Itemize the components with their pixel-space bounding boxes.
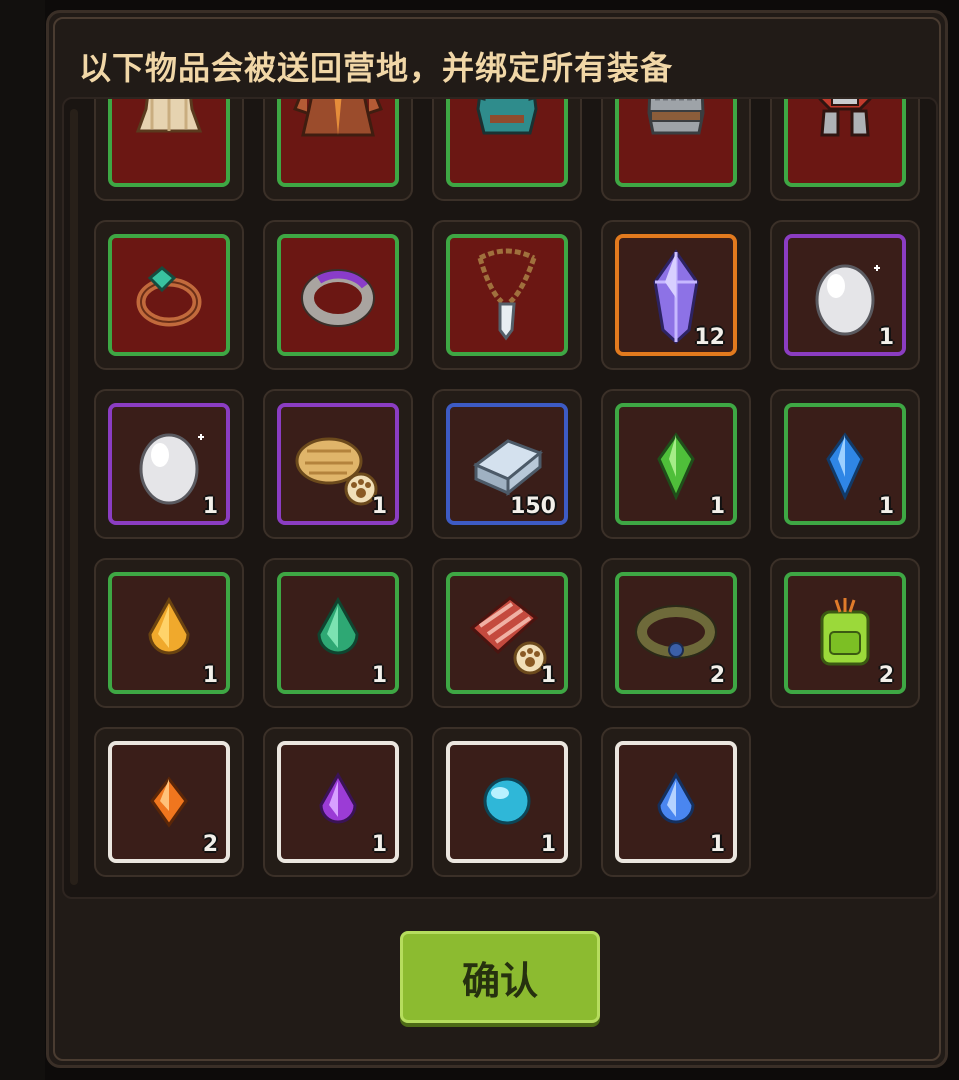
inventory-slot[interactable]: 1: [263, 558, 413, 708]
item-quantity: 1: [371, 494, 387, 519]
inventory-slot[interactable]: 2: [601, 558, 751, 708]
item-green-backpack[interactable]: 2: [784, 572, 906, 694]
item-quantity: 1: [878, 494, 894, 519]
item-bread-pet-food[interactable]: 1: [277, 403, 399, 525]
item-white-egg[interactable]: 1: [784, 234, 906, 356]
item-quantity: 2: [202, 832, 218, 857]
item-quantity: 2: [878, 663, 894, 688]
teal-tunic-icon: [476, 99, 538, 135]
item-iron-ingot[interactable]: 150: [446, 403, 568, 525]
inventory-slot[interactable]: 12: [601, 220, 751, 370]
item-quantity: 1: [709, 494, 725, 519]
item-meat-pet-food[interactable]: 1: [446, 572, 568, 694]
item-cyan-orb[interactable]: 1: [446, 741, 568, 863]
item-quantity: 1: [540, 832, 556, 857]
emerald-ring-icon: [136, 266, 202, 327]
return-items-dialog: 以下物品会被送回营地，并绑定所有装备 12 1 1 1 150 1 1 1 1 …: [46, 10, 948, 1068]
inventory-slot[interactable]: 1: [432, 727, 582, 877]
item-purple-band-ring[interactable]: [277, 234, 399, 356]
purple-band-ring-icon: [301, 269, 375, 327]
item-teal-tunic-armor[interactable]: [446, 99, 568, 187]
item-green-crystal[interactable]: 1: [615, 403, 737, 525]
inventory-slot[interactable]: 2: [770, 558, 920, 708]
inventory-slot[interactable]: 1: [432, 558, 582, 708]
dialog-title: 以下物品会被送回营地，并绑定所有装备: [79, 49, 674, 87]
item-tan-robe-armor[interactable]: [108, 99, 230, 187]
item-quantity: 12: [694, 325, 725, 350]
item-grid[interactable]: 12 1 1 1 150 1 1 1 1 1 2 2 2 1 1 1: [62, 97, 938, 899]
item-quantity: 1: [709, 832, 725, 857]
item-amber-gem[interactable]: 1: [108, 572, 230, 694]
red-plate-armor-icon: [818, 99, 872, 137]
brown-cloak-icon: [293, 99, 383, 137]
background-left: [0, 0, 45, 1080]
inventory-slot[interactable]: 1: [263, 389, 413, 539]
item-brown-cloak-armor[interactable]: [277, 99, 399, 187]
inventory-slot[interactable]: 1: [770, 389, 920, 539]
item-quantity: 1: [202, 663, 218, 688]
inventory-slot[interactable]: 1: [263, 727, 413, 877]
item-blue-drop-gem[interactable]: 1: [615, 741, 737, 863]
item-white-egg[interactable]: 1: [108, 403, 230, 525]
item-crystal-necklace[interactable]: [446, 234, 568, 356]
inventory-slot[interactable]: 1: [94, 558, 244, 708]
inventory-slot[interactable]: [94, 99, 244, 201]
tan-robe-icon: [135, 99, 203, 133]
item-emerald-gem[interactable]: 1: [277, 572, 399, 694]
inventory-slot[interactable]: 1: [770, 220, 920, 370]
item-quantity: 1: [371, 832, 387, 857]
grid-scrollbar[interactable]: [70, 109, 78, 885]
inventory-slot[interactable]: [94, 220, 244, 370]
inventory-slot[interactable]: [432, 99, 582, 201]
item-quantity: 150: [510, 494, 556, 519]
item-quantity: 1: [371, 663, 387, 688]
item-emerald-ring[interactable]: [108, 234, 230, 356]
inventory-slot[interactable]: 1: [94, 389, 244, 539]
crystal-necklace-icon: [477, 248, 537, 341]
chainmail-icon: [647, 99, 705, 135]
item-purple-crystal[interactable]: 12: [615, 234, 737, 356]
inventory-slot[interactable]: [263, 99, 413, 201]
item-chainmail-armor[interactable]: [615, 99, 737, 187]
inventory-slot[interactable]: 150: [432, 389, 582, 539]
inventory-slot[interactable]: [432, 220, 582, 370]
item-purple-gem[interactable]: 1: [277, 741, 399, 863]
inventory-slot[interactable]: [601, 99, 751, 201]
item-red-plate-armor[interactable]: [784, 99, 906, 187]
inventory-slot[interactable]: [770, 99, 920, 201]
item-blue-crystal[interactable]: 1: [784, 403, 906, 525]
item-orange-gem[interactable]: 2: [108, 741, 230, 863]
confirm-button[interactable]: 确认: [400, 931, 600, 1023]
inventory-slot[interactable]: [263, 220, 413, 370]
inventory-slot[interactable]: 1: [601, 727, 751, 877]
item-quantity: 1: [540, 663, 556, 688]
item-quantity: 1: [202, 494, 218, 519]
inventory-slot[interactable]: 2: [94, 727, 244, 877]
item-quantity: 2: [709, 663, 725, 688]
item-pet-collar[interactable]: 2: [615, 572, 737, 694]
inventory-slot[interactable]: 1: [601, 389, 751, 539]
item-quantity: 1: [878, 325, 894, 350]
